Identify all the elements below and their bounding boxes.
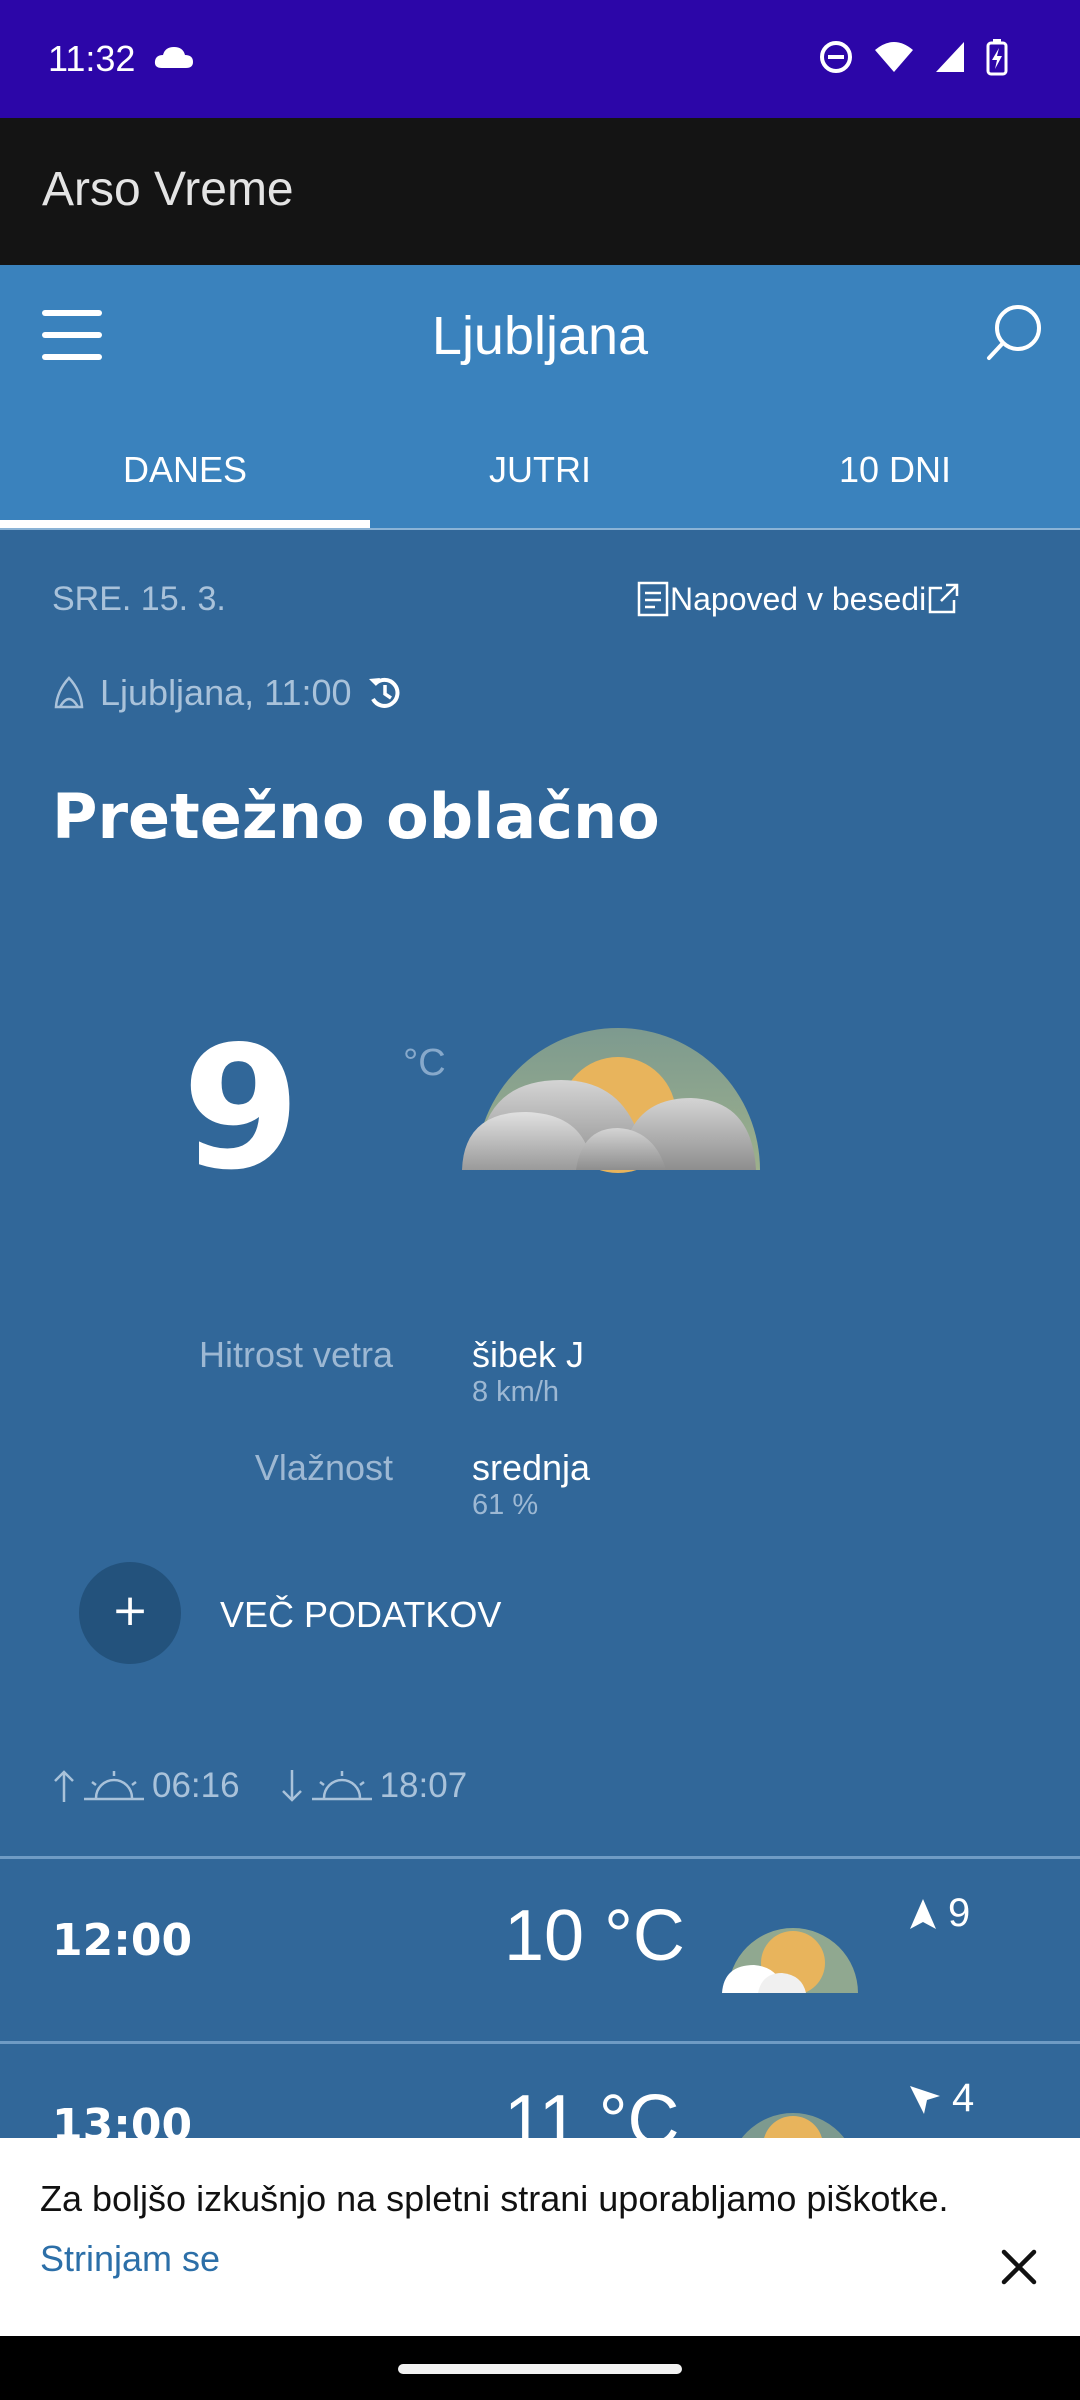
status-bar: 11:32	[0, 0, 1080, 118]
arrow-down-icon	[281, 1770, 302, 1802]
wind-speed-value: 4	[952, 2076, 975, 2120]
cookie-banner: Za boljšo izkušnjo na spletni strani upo…	[0, 2138, 1080, 2336]
tab-tomorrow[interactable]: JUTRI	[370, 437, 710, 529]
external-link-icon	[928, 583, 959, 614]
wind-speed: 8 km/h	[472, 1376, 560, 1408]
mostly-cloudy-icon	[456, 970, 776, 1204]
sunrise-icon	[84, 1771, 144, 1801]
history-icon[interactable]	[366, 674, 404, 712]
app-bar: Arso Vreme	[0, 118, 1080, 265]
wind-direction-icon	[910, 2085, 940, 2114]
station-location: Ljubljana, 11:00	[52, 672, 404, 714]
temperature-unit: °C	[403, 1042, 446, 1084]
wifi-icon	[875, 42, 913, 72]
header: Ljubljana DANES JUTRI 10 DNI	[0, 265, 1080, 530]
wind-speed-value: 9	[948, 1891, 971, 1935]
status-time: 11:32	[48, 38, 136, 79]
humidity-value: srednja	[472, 1447, 591, 1488]
partly-cloudy-icon	[718, 1897, 868, 1997]
hourly-row[interactable]: 12:00 10 °C 9	[0, 1859, 1080, 2043]
more-data-button[interactable]: +	[79, 1562, 181, 1664]
tab-10-days[interactable]: 10 DNI	[710, 437, 1080, 529]
cookie-text: Za boljšo izkušnjo na spletni strani upo…	[40, 2178, 949, 2219]
hour-wind: 4	[908, 2076, 974, 2121]
more-data-label[interactable]: VEČ PODATKOV	[220, 1594, 501, 1636]
forecast-text-link[interactable]: Napoved v besedi	[636, 580, 960, 618]
signal-icon	[936, 42, 964, 72]
app-title: Arso Vreme	[42, 163, 294, 216]
station-icon	[54, 676, 84, 709]
tab-today[interactable]: DANES	[0, 437, 370, 529]
arrow-up-icon	[54, 1770, 74, 1802]
wind-label: Hitrost vetra	[198, 1334, 393, 1375]
location-label: Ljubljana, 11:00	[100, 672, 352, 713]
cookie-accept-link[interactable]: Strinjam se	[40, 2238, 220, 2280]
forecast-link-label: Napoved v besedi	[670, 580, 927, 617]
current-temperature: 9	[182, 1010, 301, 1208]
sunset-time: 18:07	[379, 1766, 468, 1805]
search-icon[interactable]	[984, 302, 1044, 368]
battery-charging-icon	[986, 39, 1008, 76]
date: SRE. 15. 3.	[52, 580, 226, 618]
hour-time: 12:00	[52, 1915, 193, 1966]
sun-times: 06:16 18:07	[52, 1766, 467, 1806]
gesture-handle[interactable]	[398, 2364, 682, 2374]
wind-direction-icon	[910, 1898, 936, 1929]
close-icon[interactable]	[998, 2246, 1040, 2292]
document-icon	[637, 581, 669, 617]
status-icons	[818, 38, 1008, 76]
sunrise-time: 06:16	[152, 1766, 240, 1805]
weather-condition: Pretežno oblačno	[52, 780, 660, 853]
tab-bar: DANES JUTRI 10 DNI	[0, 437, 1080, 529]
sunset-icon	[311, 1771, 372, 1801]
wind-value: šibek J	[472, 1334, 585, 1375]
current-weather-panel: SRE. 15. 3. Napoved v besedi Ljubljana, …	[0, 530, 1080, 1870]
system-nav-bar	[0, 2336, 1080, 2400]
city-title: Ljubljana	[431, 306, 649, 366]
hour-wind: 9	[908, 1891, 970, 1936]
humidity-percent: 61 %	[472, 1489, 539, 1521]
cloud-notification-icon	[154, 42, 194, 76]
hour-temperature: 10 °C	[504, 1896, 685, 1976]
tab-indicator	[0, 520, 370, 528]
humidity-label: Vlažnost	[254, 1447, 393, 1488]
dnd-icon	[820, 41, 852, 73]
